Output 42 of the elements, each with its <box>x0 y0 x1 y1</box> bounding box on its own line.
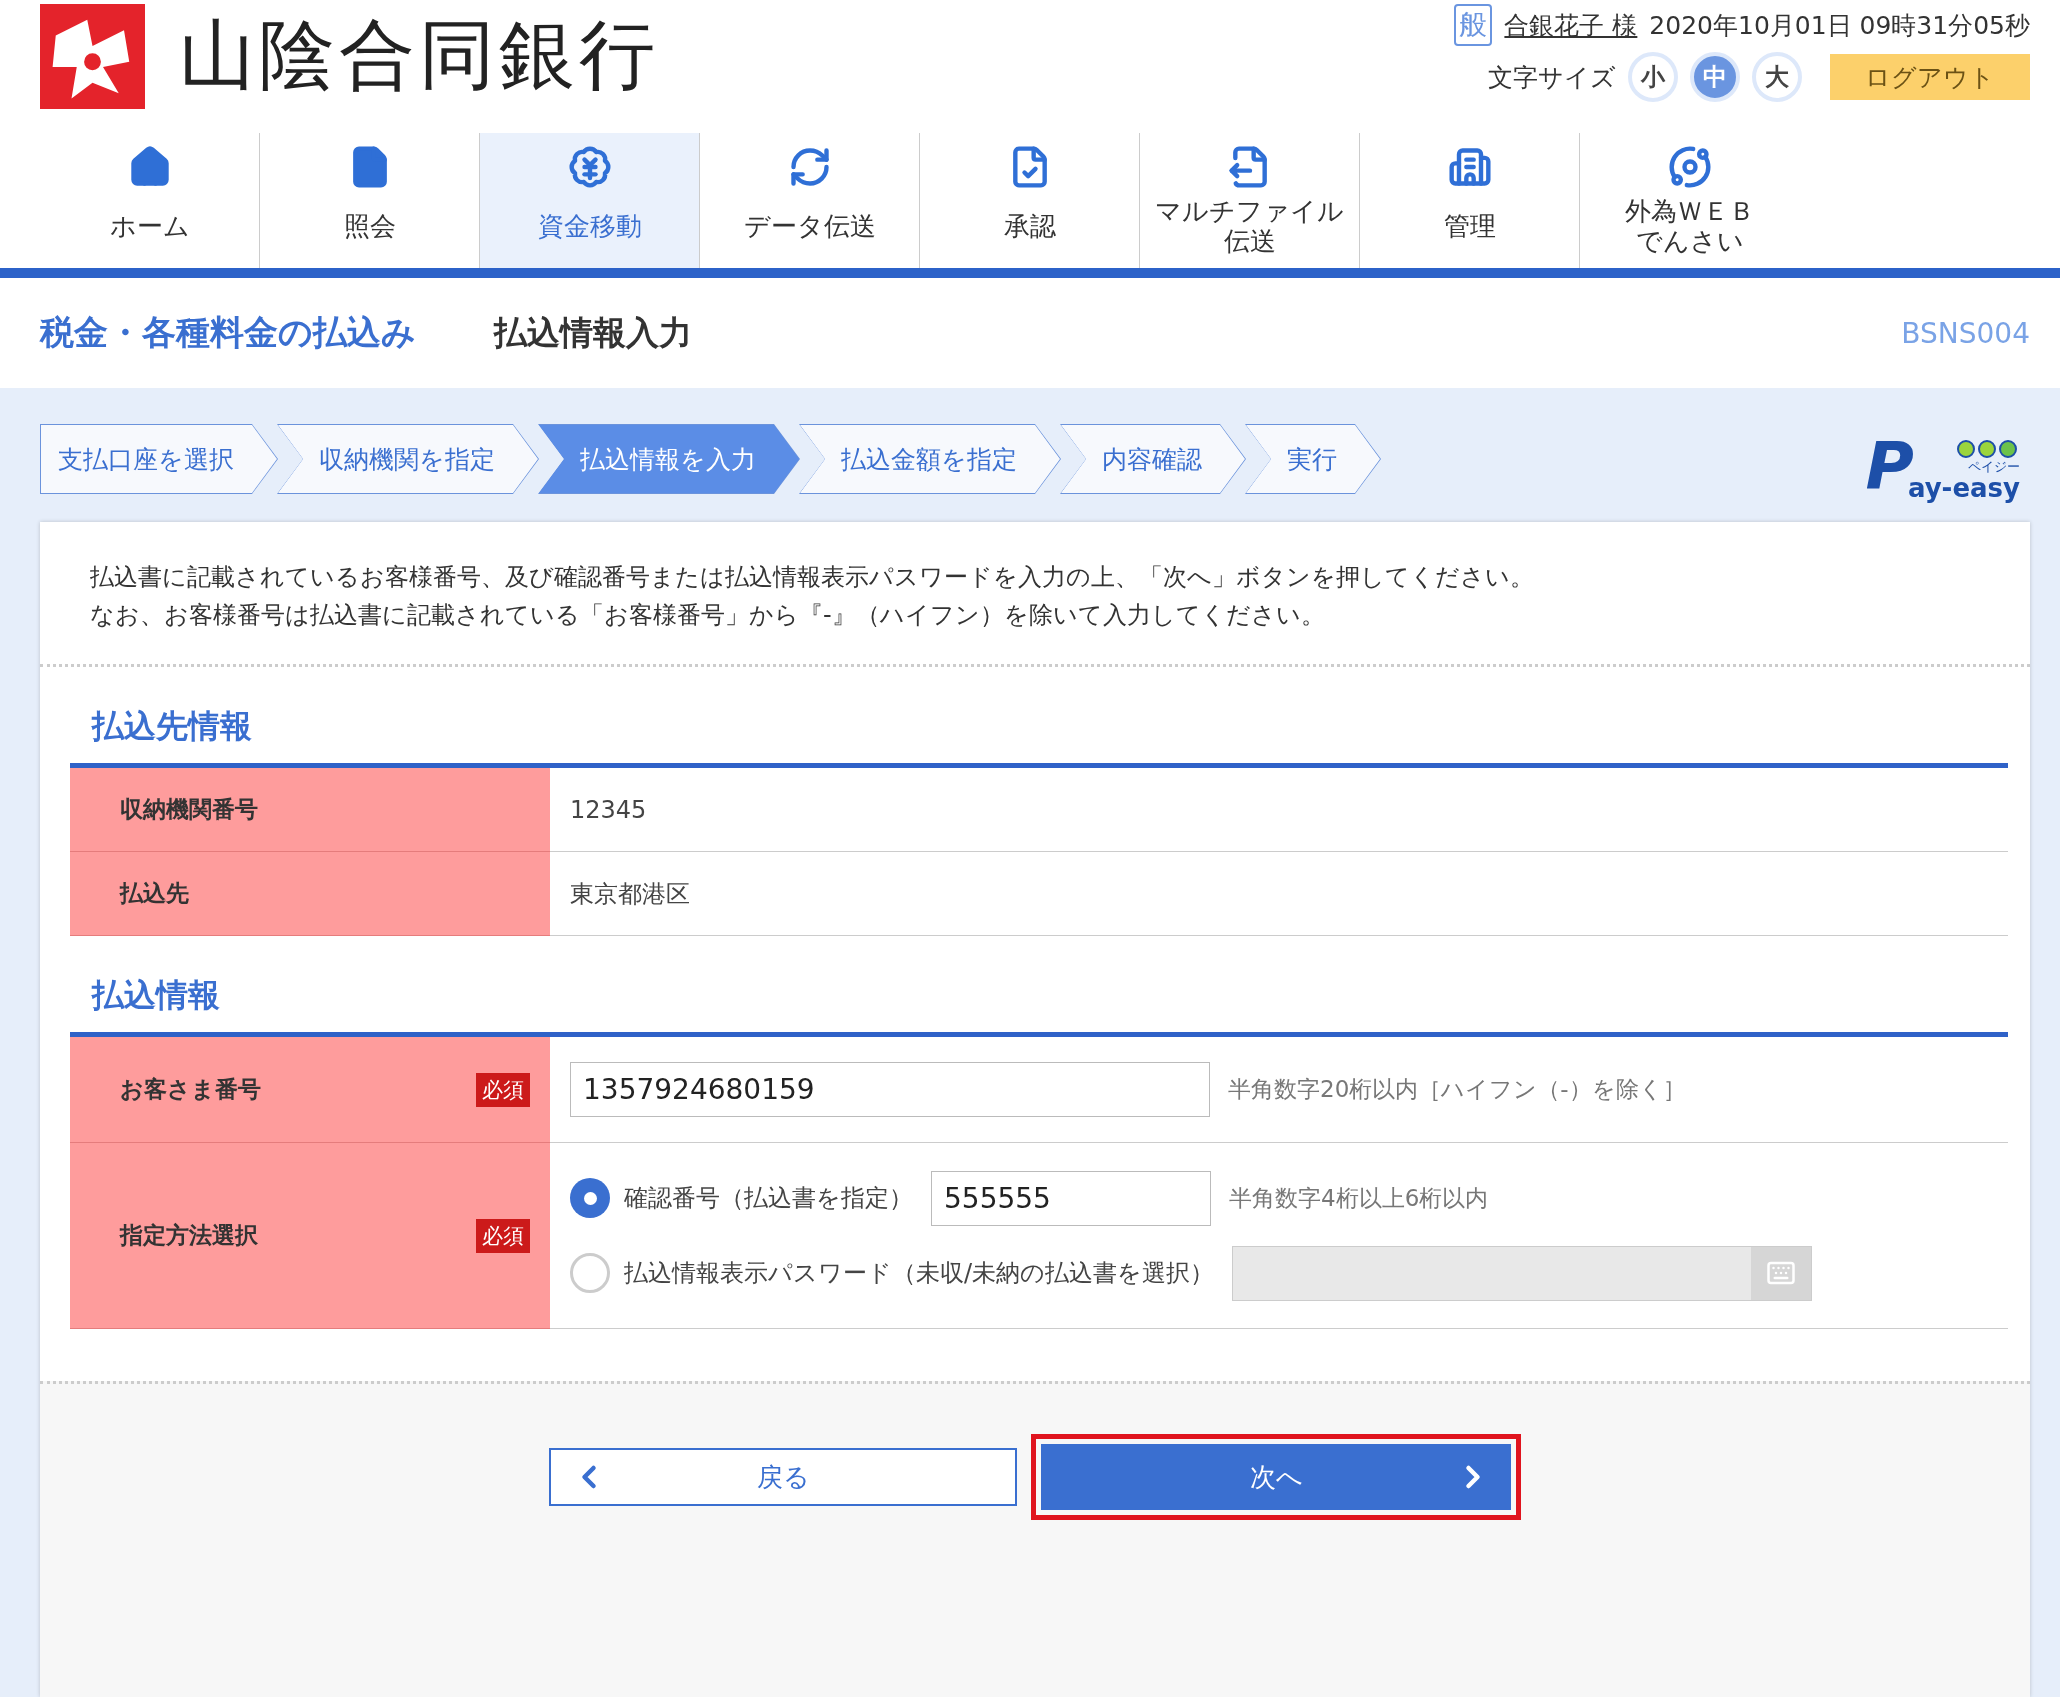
radio-label: 払込情報表示パスワード（未収/未納の払込書を選択） <box>624 1258 1215 1289</box>
section-heading: 払込先情報 <box>90 706 253 747</box>
page-title: 税金・各種料金の払込み <box>40 311 416 354</box>
progress-step[interactable]: 支払口座を選択 <box>40 424 278 494</box>
screen-id: BSNS004 <box>1901 316 2030 350</box>
progress-step[interactable]: 実行 <box>1245 424 1381 494</box>
back-button[interactable]: 戻る <box>549 1448 1017 1506</box>
instruction-text: 払込書に記載されているお客様番号、及び確認番号または払込情報表示パスワードを入力の上、「次へ」ボタンを押してください。 <box>90 562 1535 593</box>
field-label: お客さま番号 <box>120 1075 261 1104</box>
customer-number-field[interactable]: 1357924680159 <box>570 1062 1210 1117</box>
page-subtitle: 払込情報入力 <box>494 311 693 354</box>
font-size-button[interactable]: 小 <box>1628 52 1678 102</box>
user-name-link[interactable]: 合銀花子 様 <box>1504 8 1638 42</box>
font-size-button[interactable]: 大 <box>1752 52 1802 102</box>
field-label: 払込先 <box>120 879 189 908</box>
next-button[interactable]: 次へ <box>1041 1444 1511 1510</box>
user-type-badge: 般 <box>1454 4 1493 46</box>
instruction-text: なお、お客様番号は払込書に記載されている「お客様番号」から『-』（ハイフン）を除いて入力してください。 <box>90 600 1326 631</box>
radio-button[interactable] <box>570 1178 610 1218</box>
radio-label: 確認番号（払込書を指定） <box>624 1183 913 1214</box>
field-value: 東京都港区 <box>570 878 691 910</box>
field-label: 収納機関番号 <box>120 795 258 824</box>
network-icon <box>1668 145 1712 189</box>
logout-button[interactable]: ログアウト <box>1830 54 2030 100</box>
input-hint: 半角数字20桁以内［ハイフン（-）を除く］ <box>1228 1075 1686 1104</box>
bank-name: 山陰合同銀行 <box>179 8 659 101</box>
section-heading: 払込情報 <box>90 975 221 1016</box>
confirmation-number-field[interactable]: 555555 <box>931 1170 1211 1226</box>
yen-icon <box>567 145 612 189</box>
field-label: 指定方法選択 <box>120 1221 258 1250</box>
required-badge: 必須 <box>476 1218 530 1253</box>
nav-tab[interactable]: 資金移動 <box>480 133 700 268</box>
progress-step[interactable]: 収納機関を指定 <box>277 424 539 494</box>
progress-step[interactable]: 内容確認 <box>1060 424 1246 494</box>
font-size-label: 文字サイズ <box>1488 61 1616 94</box>
input-hint: 半角数字4桁以上6桁以内 <box>1229 1183 1489 1213</box>
field-value: 12345 <box>570 795 648 824</box>
login-datetime: 2020年10月01日 09時31分05秒 <box>1649 9 2030 42</box>
building-icon <box>1447 145 1492 189</box>
bank-logo-icon <box>40 3 145 109</box>
progress-step[interactable]: 払込金額を指定 <box>799 424 1061 494</box>
required-badge: 必須 <box>476 1072 530 1107</box>
